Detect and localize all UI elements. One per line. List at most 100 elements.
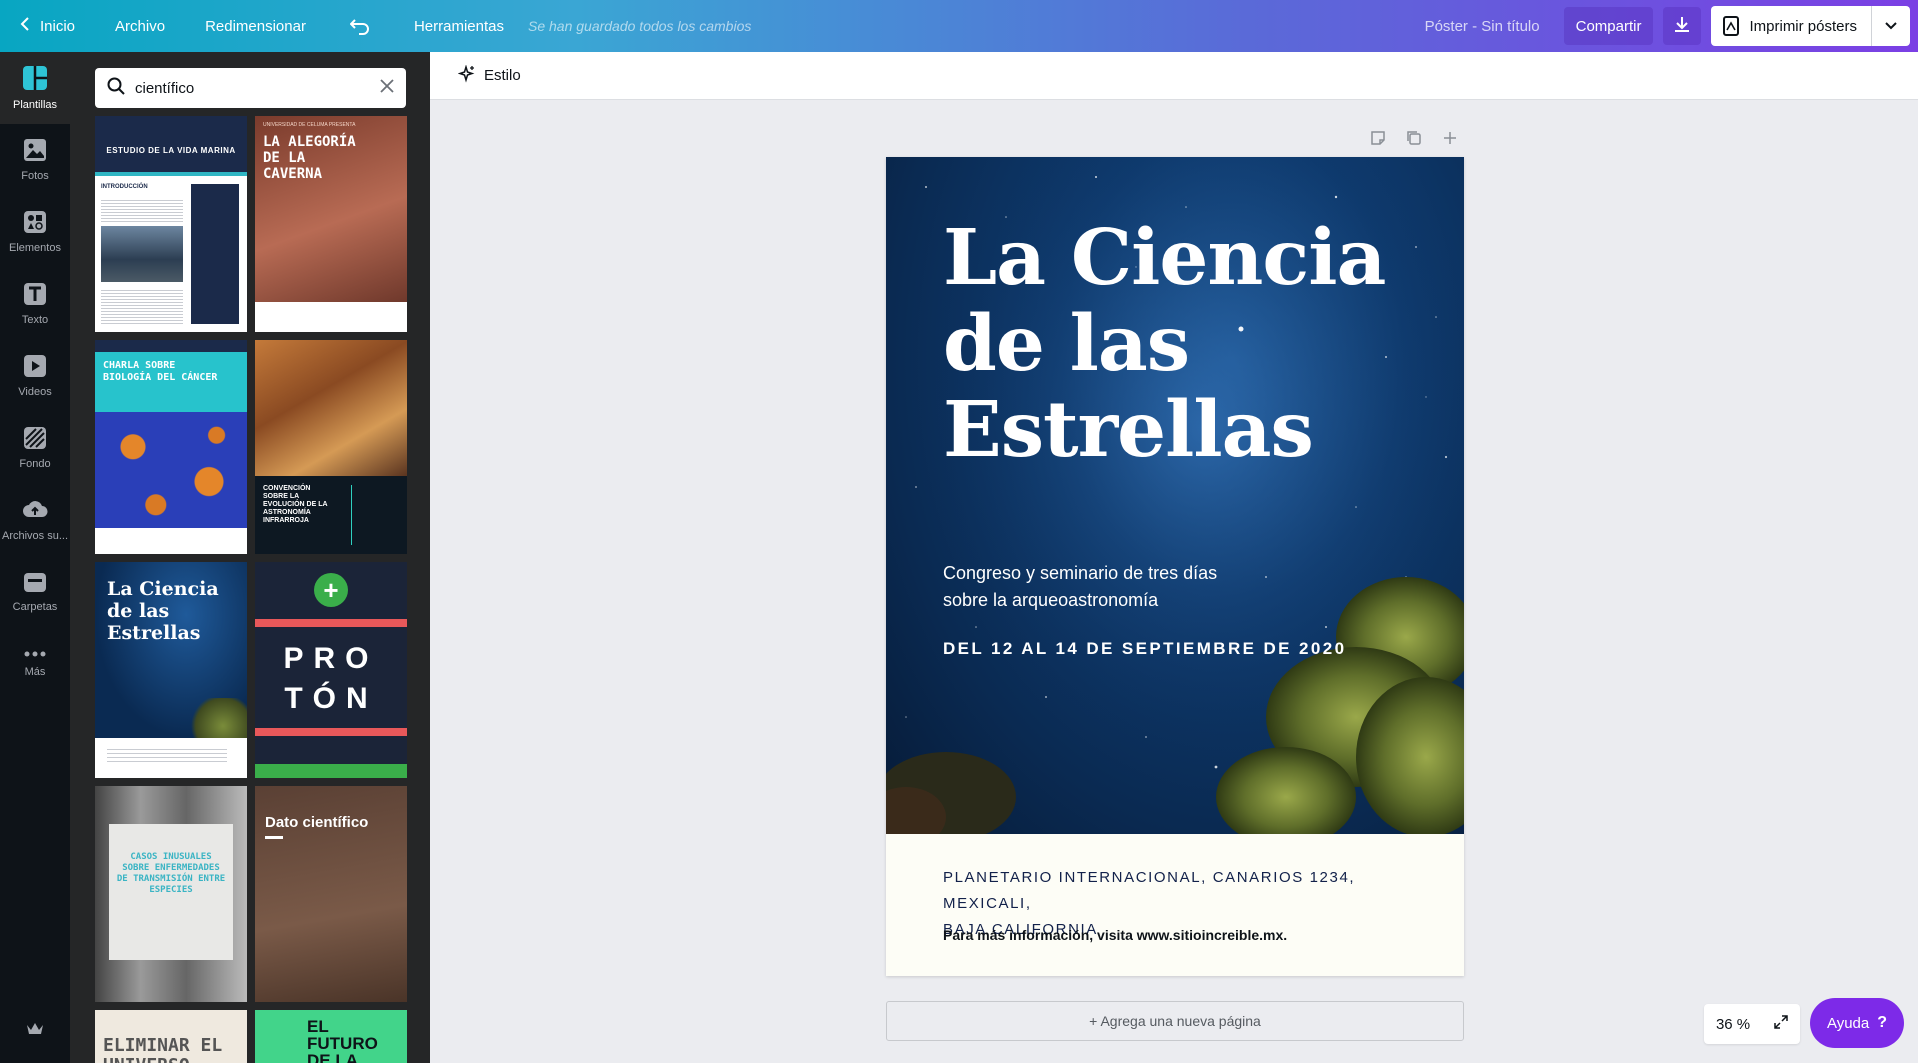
templates-panel: científico ESTUDIO DE LA VIDA MARINA INT…: [70, 52, 430, 1063]
note-icon[interactable]: [1370, 130, 1386, 151]
undo-icon[interactable]: [326, 0, 394, 52]
photos-icon: [23, 138, 47, 170]
style-label: Estilo: [484, 67, 521, 84]
template-title: EL FUTURO DE LA TERAPIA: [307, 1017, 378, 1063]
zoom-control[interactable]: 36 %: [1704, 1004, 1800, 1044]
help-button[interactable]: Ayuda ?: [1810, 998, 1904, 1048]
zoom-level[interactable]: 36 %: [1716, 1016, 1750, 1033]
duplicate-page-icon[interactable]: [1406, 130, 1422, 151]
rail-label: Fotos: [21, 170, 49, 182]
question-icon: ?: [1877, 1014, 1888, 1031]
template-title: La Ciencia de las Estrellas: [107, 578, 219, 644]
expand-icon[interactable]: [1774, 1015, 1788, 1033]
template-subtitle: INTRODUCCIÓN: [101, 184, 148, 190]
template-subtitle: TÓN: [284, 682, 378, 715]
close-icon[interactable]: [380, 78, 394, 98]
page-toolbar: [1370, 130, 1458, 151]
template-card[interactable]: EL FUTURO DE LA TERAPIA: [255, 1010, 407, 1063]
template-card[interactable]: + PRO TÓN: [255, 562, 407, 778]
poster-address-line: PLANETARIO INTERNACIONAL, CANARIOS 1234,…: [943, 869, 1356, 912]
template-card[interactable]: CHARLA SOBRE BIOLOGÍA DEL CÁNCER: [95, 340, 247, 554]
rail-label: Texto: [21, 314, 49, 326]
top-bar: Inicio Archivo Redimensionar Herramienta…: [0, 0, 1918, 52]
print-posters-button[interactable]: Imprimir pósters: [1711, 6, 1910, 46]
rail-label: Fondo: [19, 458, 51, 470]
style-button[interactable]: Estilo: [450, 63, 521, 87]
file-menu[interactable]: Archivo: [95, 0, 185, 52]
home-label: Inicio: [40, 17, 76, 35]
poster-title-line: La Ciencia: [943, 213, 1386, 303]
chevron-down-icon[interactable]: [1872, 6, 1910, 46]
rail-item-text[interactable]: Texto: [0, 268, 70, 340]
rail-label: Plantillas: [12, 99, 58, 111]
template-title: CASOS INUSUALES SOBRE ENFERMEDADES DE TR…: [116, 852, 226, 895]
uploads-icon: [22, 498, 48, 530]
print-label: Imprimir pósters: [1749, 17, 1857, 35]
template-card[interactable]: Dato científico: [255, 786, 407, 1002]
search-icon: [107, 77, 125, 100]
template-card[interactable]: CONVENCIÓN SOBRE LA EVOLUCIÓN DE LA ASTR…: [255, 340, 407, 554]
background-icon: [23, 426, 47, 458]
rail-item-elements[interactable]: Elementos: [0, 196, 70, 268]
template-card[interactable]: ESTUDIO DE LA VIDA MARINA INTRODUCCIÓN: [95, 116, 247, 332]
more-icon: [23, 650, 47, 666]
template-title: ESTUDIO DE LA VIDA MARINA: [106, 146, 236, 155]
template-card[interactable]: ELIMINAR EL UNIVERSO: [95, 1010, 247, 1063]
tools-menu[interactable]: Herramientas: [394, 0, 524, 52]
add-page-button[interactable]: + Agrega una nueva página: [886, 1001, 1464, 1041]
share-button[interactable]: Compartir: [1563, 7, 1654, 45]
rail-label: Más: [24, 666, 46, 678]
sparkle-icon: [457, 63, 476, 87]
template-title: ELIMINAR EL UNIVERSO: [103, 1035, 223, 1063]
poster-date[interactable]: DEL 12 AL 14 DE SEPTIEMBRE DE 2020: [943, 639, 1346, 659]
search-input[interactable]: científico: [95, 68, 406, 108]
poster-subtitle-line: sobre la arqueoastronomía: [943, 590, 1159, 610]
text-icon: [23, 282, 47, 314]
rail-label: Carpetas: [12, 601, 58, 613]
crown-icon[interactable]: [0, 1022, 70, 1041]
video-icon: [23, 354, 47, 386]
folder-icon: [23, 571, 47, 601]
print-icon: [1723, 16, 1740, 36]
template-title: PRO: [283, 642, 379, 675]
template-title: CONVENCIÓN SOBRE LA EVOLUCIÓN DE LA ASTR…: [263, 485, 328, 524]
poster-subtitle-line: Congreso y seminario de tres días: [943, 563, 1218, 583]
chevron-left-icon: [20, 16, 30, 37]
poster-title-line: Estrellas: [943, 385, 1314, 475]
side-rail: Plantillas Fotos Elementos Texto Videos …: [0, 52, 70, 1063]
poster-canvas[interactable]: La Ciencia de las Estrellas Congreso y s…: [886, 157, 1464, 976]
template-title: CHARLA SOBRE BIOLOGÍA DEL CÁNCER: [103, 360, 218, 383]
template-card[interactable]: UNIVERSIDAD DE CELUMA PRESENTA LA ALEGOR…: [255, 116, 407, 332]
template-card[interactable]: La Ciencia de las Estrellas: [95, 562, 247, 778]
document-title[interactable]: Póster - Sin título: [1425, 18, 1540, 35]
rail-label: Elementos: [9, 242, 61, 254]
rail-item-more[interactable]: Más: [0, 628, 70, 700]
starry-sky-image[interactable]: La Ciencia de las Estrellas Congreso y s…: [886, 157, 1464, 834]
rail-item-videos[interactable]: Videos: [0, 340, 70, 412]
rail-item-photos[interactable]: Fotos: [0, 124, 70, 196]
template-title: LA ALEGORÍA DE LA CAVERNA: [263, 134, 356, 182]
rail-item-folders[interactable]: Carpetas: [0, 556, 70, 628]
rail-label: Archivos su...: [1, 530, 69, 542]
add-page-icon[interactable]: [1442, 130, 1458, 151]
template-subtitle: UNIVERSIDAD DE CELUMA PRESENTA: [263, 122, 356, 128]
search-value: científico: [135, 79, 195, 97]
rail-label: Videos: [18, 386, 52, 398]
rail-item-uploads[interactable]: Archivos su...: [0, 484, 70, 556]
rail-item-background[interactable]: Fondo: [0, 412, 70, 484]
rail-item-templates[interactable]: Plantillas: [0, 52, 70, 124]
poster-title[interactable]: La Ciencia de las Estrellas: [943, 215, 1423, 473]
elements-icon: [23, 210, 47, 242]
template-card[interactable]: CASOS INUSUALES SOBRE ENFERMEDADES DE TR…: [95, 786, 247, 1002]
resize-menu[interactable]: Redimensionar: [185, 0, 326, 52]
style-toolbar: Estilo: [430, 52, 1918, 100]
home-button[interactable]: Inicio: [0, 0, 95, 52]
poster-subtitle[interactable]: Congreso y seminario de tres días sobre …: [943, 560, 1273, 614]
download-button[interactable]: [1663, 7, 1702, 45]
help-label: Ayuda: [1826, 1014, 1870, 1032]
template-title: Dato científico: [265, 814, 369, 831]
templates-icon: [22, 65, 48, 99]
poster-title-line: de las: [943, 299, 1190, 389]
poster-info[interactable]: Para más información, visita www.sitioin…: [943, 927, 1287, 943]
download-icon: [1673, 15, 1691, 37]
